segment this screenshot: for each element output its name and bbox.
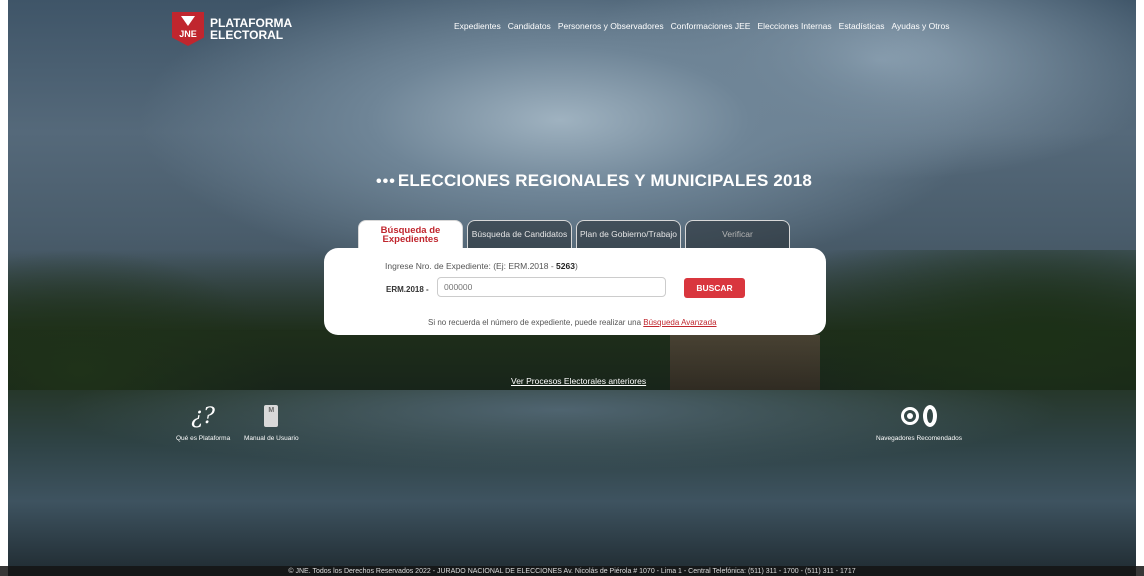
manual-icon: M xyxy=(264,405,279,427)
emblem-icon xyxy=(181,16,195,26)
about-label: Qué es Plataforma xyxy=(176,435,231,442)
search-tabs: Búsqueda de Expedientes Búsqueda de Cand… xyxy=(358,220,790,248)
page-title: ••• ELECCIONES REGIONALES Y MUNICIPALES 2… xyxy=(376,171,812,191)
user-manual[interactable]: M Manual de Usuario xyxy=(244,403,299,442)
advanced-search-link[interactable]: Búsqueda Avanzada xyxy=(643,318,716,327)
search-button[interactable]: BUSCAR xyxy=(684,278,745,298)
nav-candidatos[interactable]: Candidatos xyxy=(508,21,551,31)
expediente-number-input[interactable] xyxy=(437,277,666,297)
manual-label: Manual de Usuario xyxy=(244,435,299,442)
browser-icons xyxy=(901,403,937,429)
hint-suffix: ) xyxy=(574,261,578,271)
nav-expedientes[interactable]: Expedientes xyxy=(454,21,501,31)
title-dots: ••• xyxy=(376,173,396,190)
river xyxy=(0,390,1144,576)
shield-text: JNE xyxy=(179,29,197,39)
main-nav: Expedientes Candidatos Personeros y Obse… xyxy=(454,21,949,31)
nav-elecciones-internas[interactable]: Elecciones Internas xyxy=(757,21,831,31)
footer: © JNE. Todos los Derechos Reservados 202… xyxy=(0,566,1144,576)
manual-icon-wrap: M xyxy=(264,403,279,429)
advanced-text: Si no recuerda el número de expediente, … xyxy=(428,318,644,327)
advanced-search-note: Si no recuerda el número de expediente, … xyxy=(428,318,717,327)
chrome-icon[interactable] xyxy=(901,407,919,425)
nav-ayudas[interactable]: Ayudas y Otros xyxy=(892,21,950,31)
logo-line-2: ELECTORAL xyxy=(210,28,284,42)
tab-verificar[interactable]: Verificar xyxy=(685,220,790,248)
recommended-browsers: Navegadores Recomendados xyxy=(876,403,962,442)
search-panel: Ingrese Nro. de Expediente: (Ej: ERM.201… xyxy=(324,248,826,335)
expediente-prefix-label: ERM.2018 - xyxy=(386,285,429,294)
nav-personeros[interactable]: Personeros y Observadores xyxy=(558,21,664,31)
opera-icon[interactable] xyxy=(923,405,937,427)
left-margin xyxy=(0,0,8,576)
hint-example: 5263 xyxy=(556,261,575,271)
previous-processes-link[interactable]: Ver Procesos Electorales anteriores xyxy=(511,376,646,386)
logo-text: PLATAFORMA ELECTORAL xyxy=(210,17,292,41)
nav-conformaciones[interactable]: Conformaciones JEE xyxy=(671,21,751,31)
title-text: ELECCIONES REGIONALES Y MUNICIPALES 2018 xyxy=(397,171,813,190)
question-icon: ¿? xyxy=(191,403,215,429)
search-hint: Ingrese Nro. de Expediente: (Ej: ERM.201… xyxy=(385,261,578,271)
river-hut xyxy=(670,335,820,390)
browsers-label: Navegadores Recomendados xyxy=(876,435,962,442)
nav-estadisticas[interactable]: Estadísticas xyxy=(839,21,885,31)
jne-shield-icon: JNE xyxy=(172,12,204,46)
site-logo[interactable]: JNE PLATAFORMA ELECTORAL xyxy=(172,12,292,46)
tab-plan-gobierno[interactable]: Plan de Gobierno/Trabajo xyxy=(576,220,681,248)
tab-busqueda-candidatos[interactable]: Búsqueda de Candidatos xyxy=(467,220,572,248)
about-platform[interactable]: ¿? Qué es Plataforma xyxy=(176,403,231,443)
tab-busqueda-expedientes[interactable]: Búsqueda de Expedientes xyxy=(358,220,463,248)
right-margin xyxy=(1136,0,1144,576)
hint-prefix: Ingrese Nro. de Expediente: (Ej: ERM.201… xyxy=(385,261,557,271)
